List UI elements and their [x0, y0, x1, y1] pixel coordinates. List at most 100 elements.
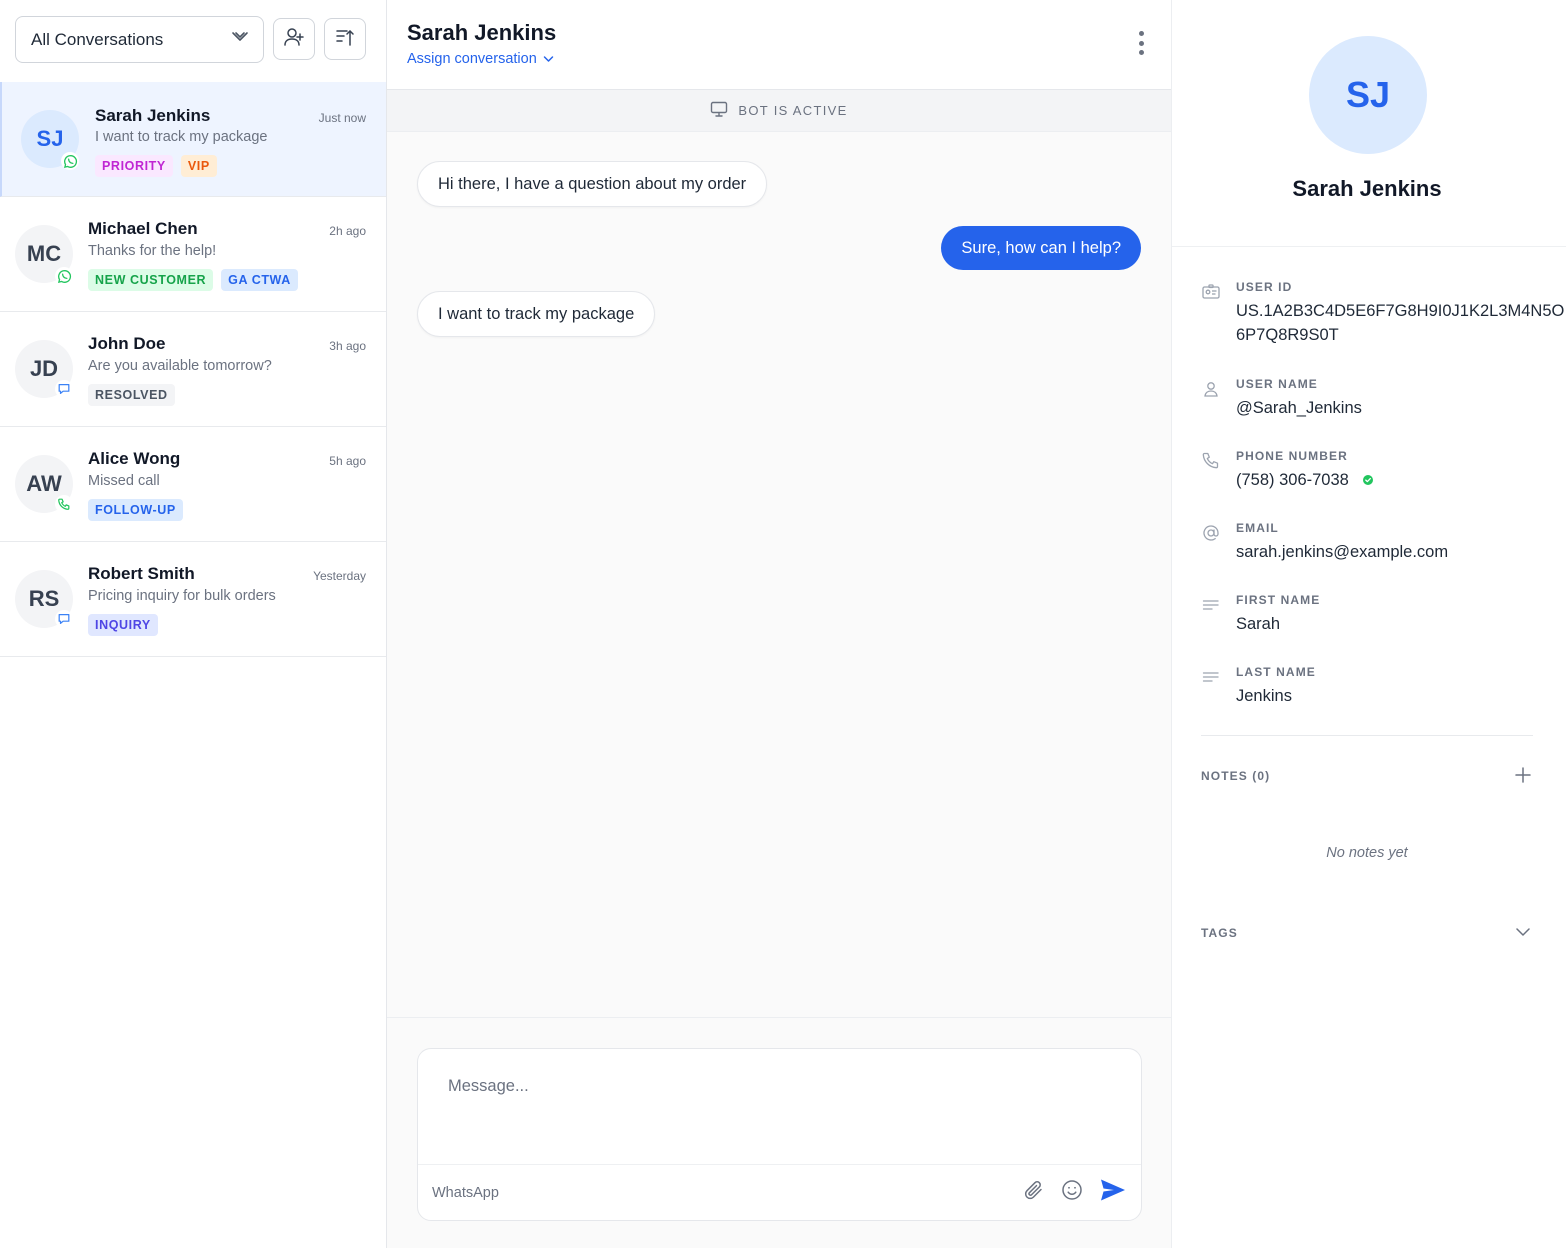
- conversation-preview: Are you available tomorrow?: [88, 358, 272, 374]
- conversation-time: Yesterday: [313, 569, 366, 583]
- conversation-tags: INQUIRY: [88, 614, 158, 636]
- notes-label: NOTES (0): [1201, 769, 1271, 783]
- conversation-preview: Pricing inquiry for bulk orders: [88, 588, 276, 604]
- add-contact-button[interactable]: [273, 18, 315, 60]
- chat-header: Sarah Jenkins Assign conversation: [387, 0, 1171, 90]
- conversation-list: SJ Sarah Jenkins Just now I want to trac…: [0, 82, 386, 657]
- conversation-filter-label: All Conversations: [31, 29, 164, 49]
- section-divider: [1201, 735, 1533, 736]
- conversation-name: Alice Wong: [88, 449, 181, 468]
- field-label: PHONE NUMBER: [1236, 449, 1348, 463]
- field-label: USER ID: [1236, 280, 1293, 294]
- text-lines-icon: [1201, 667, 1221, 687]
- field-phone-number: PHONE NUMBER (758) 306-7038: [1201, 449, 1566, 499]
- conversation-filter-select[interactable]: All Conversations: [15, 16, 264, 63]
- field-value: US.1A2B3C4D5E6F7G8H9I0J1K2L3M4N5O6P7Q8R9…: [1236, 302, 1565, 344]
- bot-status-banner: BOT IS ACTIVE: [387, 90, 1171, 132]
- conversation-tags: PRIORITY VIP: [95, 155, 217, 177]
- conversation-item[interactable]: RS Robert Smith Yesterday Pricing inquir…: [0, 542, 386, 657]
- field-last-name: LAST NAME Jenkins: [1201, 665, 1566, 715]
- message-bubble-incoming: Hi there, I have a question about my ord…: [417, 161, 768, 207]
- more-options-icon[interactable]: [1137, 31, 1145, 55]
- field-first-name: FIRST NAME Sarah: [1201, 593, 1566, 643]
- conversation-time: 3h ago: [329, 339, 366, 353]
- conversation-tags: NEW CUSTOMER GA CTWA: [88, 269, 298, 291]
- message-composer: WhatsApp: [417, 1048, 1142, 1221]
- no-notes-text: No notes yet: [1326, 845, 1408, 861]
- emoji-icon[interactable]: [1061, 1179, 1083, 1206]
- tag-badge: INQUIRY: [88, 614, 158, 636]
- whatsapp-icon: [61, 152, 79, 170]
- field-label: USER NAME: [1236, 377, 1318, 391]
- field-value: (758) 306-7038: [1236, 471, 1349, 489]
- conversation-item[interactable]: MC Michael Chen 2h ago Thanks for the he…: [0, 197, 386, 312]
- id-card-icon: [1201, 282, 1221, 302]
- tag-badge: RESOLVED: [88, 384, 175, 406]
- chat-bubble-icon: [55, 610, 73, 628]
- field-value: @Sarah_Jenkins: [1236, 399, 1362, 417]
- double-chevron-down-icon: [231, 30, 249, 49]
- tag-badge: FOLLOW-UP: [88, 499, 183, 521]
- conversation-toolbar: All Conversations: [0, 0, 386, 82]
- whatsapp-icon: [55, 267, 73, 285]
- send-icon[interactable]: [1099, 1177, 1127, 1208]
- message-bubble-outgoing: Sure, how can I help?: [941, 226, 1141, 270]
- field-user-id: USER ID US.1A2B3C4D5E6F7G8H9I0J1K2L3M4N5…: [1201, 280, 1566, 350]
- tag-badge: PRIORITY: [95, 155, 173, 177]
- conversation-time: Just now: [318, 111, 366, 125]
- conversation-name: Sarah Jenkins: [95, 106, 211, 125]
- conversation-list-panel: All Conversations SJ Sarah Jenkins Just …: [0, 0, 387, 1248]
- bot-status-text: BOT IS ACTIVE: [738, 103, 848, 118]
- add-note-icon[interactable]: [1514, 766, 1532, 789]
- assign-conversation-label: Assign conversation: [407, 51, 537, 67]
- sort-button[interactable]: [324, 18, 366, 60]
- field-value: sarah.jenkins@example.com: [1236, 543, 1449, 561]
- text-lines-icon: [1201, 595, 1221, 615]
- conversation-preview: I want to track my package: [95, 129, 268, 145]
- at-sign-icon: [1201, 523, 1221, 543]
- verified-icon: [1362, 475, 1373, 485]
- sort-ascending-icon: [334, 26, 356, 53]
- composer-footer: WhatsApp: [418, 1164, 1141, 1220]
- user-icon: [1201, 379, 1221, 399]
- paperclip-icon[interactable]: [1023, 1179, 1045, 1206]
- field-email: EMAIL sarah.jenkins@example.com: [1201, 521, 1566, 571]
- message-input[interactable]: [434, 1065, 1124, 1155]
- assign-conversation-dropdown[interactable]: Assign conversation: [407, 51, 554, 67]
- chat-bubble-icon: [55, 380, 73, 398]
- composer-area: WhatsApp: [387, 1017, 1171, 1248]
- channel-label: WhatsApp: [432, 1184, 499, 1201]
- contact-avatar: SJ: [1309, 36, 1427, 154]
- phone-icon: [55, 495, 73, 513]
- conversation-tags: FOLLOW-UP: [88, 499, 183, 521]
- conversation-name: Robert Smith: [88, 564, 195, 583]
- message-bubble-incoming: I want to track my package: [417, 291, 656, 337]
- contact-details-panel: SJ Sarah Jenkins USER ID US.1A2B3C4D5E6F…: [1172, 0, 1566, 1248]
- phone-icon: [1201, 451, 1221, 471]
- chevron-down-icon[interactable]: [1515, 925, 1531, 943]
- field-label: LAST NAME: [1236, 665, 1316, 679]
- field-user-name: USER NAME @Sarah_Jenkins: [1201, 377, 1566, 427]
- conversation-item[interactable]: AW Alice Wong 5h ago Missed call FOLLOW-…: [0, 427, 386, 542]
- tags-label[interactable]: TAGS: [1201, 926, 1238, 940]
- contact-profile: SJ Sarah Jenkins: [1172, 0, 1566, 247]
- conversation-name: John Doe: [88, 334, 166, 353]
- chevron-down-icon: [543, 51, 554, 67]
- conversation-time: 5h ago: [329, 454, 366, 468]
- tag-badge: GA CTWA: [221, 269, 298, 291]
- contact-name: Sarah Jenkins: [1292, 176, 1442, 201]
- field-value-row: (758) 306-7038: [1236, 468, 1566, 492]
- conversation-name: Michael Chen: [88, 219, 198, 238]
- conversation-item[interactable]: SJ Sarah Jenkins Just now I want to trac…: [0, 82, 386, 197]
- conversation-preview: Missed call: [88, 473, 160, 489]
- tag-badge: NEW CUSTOMER: [88, 269, 214, 291]
- conversation-preview: Thanks for the help!: [88, 243, 217, 259]
- conversation-time: 2h ago: [329, 224, 366, 238]
- chat-panel: Sarah Jenkins Assign conversation BOT IS…: [387, 0, 1172, 1248]
- conversation-tags: RESOLVED: [88, 384, 175, 406]
- field-label: EMAIL: [1236, 521, 1279, 535]
- field-label: FIRST NAME: [1236, 593, 1321, 607]
- tag-badge: VIP: [180, 155, 217, 177]
- conversation-item[interactable]: JD John Doe 3h ago Are you available tom…: [0, 312, 386, 427]
- add-user-icon: [283, 26, 305, 53]
